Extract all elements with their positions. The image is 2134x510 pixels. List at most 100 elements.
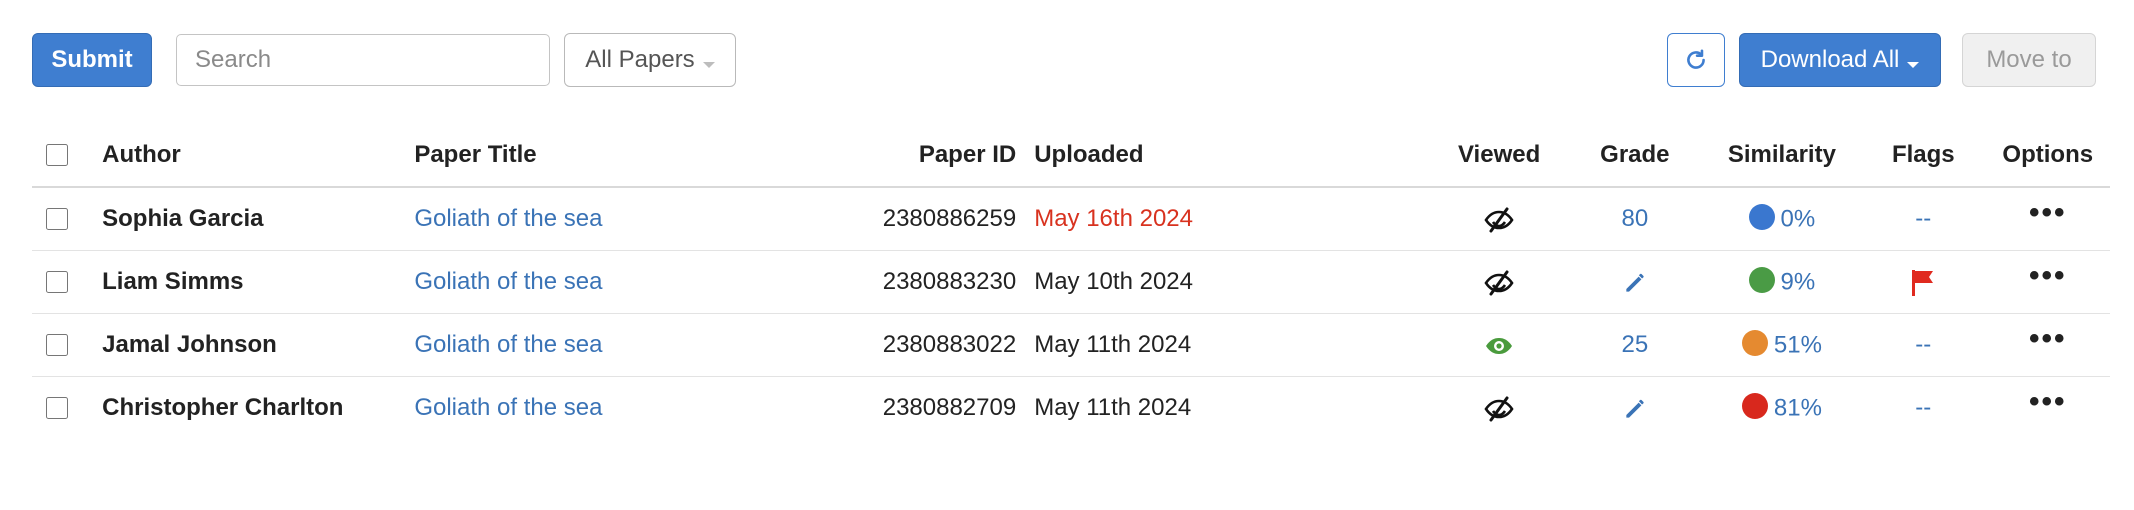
move-to-button[interactable]: Move to [1962, 33, 2096, 87]
options-cell: ••• [1985, 313, 2110, 377]
similarity-value: 81% [1773, 394, 1822, 422]
header-viewed[interactable]: Viewed [1431, 124, 1567, 188]
table-row: Liam Simms Goliath of the sea 2380883230 Ma… [32, 250, 2110, 314]
paper-title-cell: Goliath of the sea [414, 313, 799, 377]
download-all-button[interactable]: Download All [1739, 33, 1941, 87]
row-checkbox[interactable] [46, 334, 68, 356]
grade-cell [1567, 377, 1703, 440]
flags-value[interactable]: -- [1915, 205, 1931, 232]
paper-id: 2380886259 [798, 187, 1035, 251]
flags-cell [1861, 250, 1986, 314]
flags-value[interactable]: -- [1915, 331, 1931, 358]
flag-icon[interactable] [1909, 267, 1937, 297]
row-checkbox[interactable] [46, 397, 68, 419]
paper-title-cell: Goliath of the sea [414, 250, 799, 314]
paper-title-link[interactable]: Goliath of the sea [414, 268, 602, 295]
row-select-cell [32, 250, 103, 314]
pencil-icon[interactable] [1622, 270, 1648, 296]
uploaded-date: May 11th 2024 [1034, 313, 1432, 377]
submit-button[interactable]: Submit [32, 33, 152, 87]
more-options-icon[interactable]: ••• [2029, 196, 2067, 229]
viewed-cell [1431, 187, 1567, 251]
grade-cell [1566, 250, 1703, 314]
options-cell: ••• [1986, 377, 2111, 440]
more-options-icon[interactable]: ••• [2029, 322, 2067, 355]
similarity-cell[interactable]: 9% [1702, 250, 1862, 314]
refresh-icon [1687, 49, 1705, 69]
row-select-cell [32, 187, 103, 251]
table-row: Jamal Johnson Goliath of the sea 238088302… [32, 313, 2110, 377]
header-author[interactable]: Author [102, 124, 415, 188]
all-papers-dropdown-label: All Papers [585, 46, 695, 73]
paper-title-cell: Goliath of the sea [414, 187, 799, 251]
row-checkbox[interactable] [46, 208, 68, 230]
header-flags[interactable]: Flags [1861, 124, 1986, 188]
similarity-dot [1741, 330, 1768, 357]
eye-slash-icon [1484, 270, 1514, 296]
header-paper-title[interactable]: Paper Title [414, 124, 799, 188]
table-row: Sophia Garcia Goliath of the sea 238088625… [32, 187, 2110, 251]
row-select-cell [32, 313, 103, 377]
eye-icon [1486, 337, 1513, 354]
refresh-button[interactable] [1667, 33, 1725, 87]
more-options-icon[interactable]: ••• [2029, 259, 2067, 292]
viewed-cell [1431, 250, 1567, 314]
header-uploaded[interactable]: Uploaded [1034, 124, 1432, 188]
similarity-value: 9% [1780, 268, 1816, 296]
pencil-icon[interactable] [1622, 396, 1648, 422]
all-papers-dropdown[interactable]: All Papers [564, 33, 736, 87]
more-options-icon[interactable]: ••• [2029, 385, 2067, 418]
options-cell: ••• [1985, 250, 2110, 314]
flags-cell: -- [1861, 377, 1985, 440]
author-name: Christopher Charlton [102, 394, 344, 421]
grade-value[interactable]: 25 [1622, 331, 1649, 358]
viewed-cell [1431, 313, 1567, 377]
chevron-down-icon [1907, 62, 1920, 68]
author-name: Jamal Johnson [102, 313, 415, 377]
flags-cell: -- [1861, 313, 1986, 377]
select-all-checkbox[interactable] [46, 144, 68, 166]
uploaded-date: May 10th 2024 [1034, 250, 1432, 314]
grade-value[interactable]: 80 [1622, 205, 1649, 232]
paper-title-link[interactable]: Goliath of the sea [414, 394, 602, 421]
grade-cell: 25 [1566, 313, 1703, 377]
header-grade[interactable]: Grade [1566, 124, 1703, 188]
options-cell: ••• [1985, 187, 2110, 251]
author-name: Liam Simms [102, 250, 415, 314]
select-all-cell [32, 124, 103, 188]
flags-value[interactable]: -- [1915, 394, 1931, 421]
paper-id: 2380883022 [798, 313, 1035, 377]
download-all-label: Download All [1760, 46, 1900, 73]
grade-cell: 80 [1566, 187, 1703, 251]
paper-id: 2380882709 [882, 394, 1017, 421]
uploaded-date: May 16th 2024 [1034, 187, 1432, 251]
search-input[interactable] [176, 34, 550, 86]
header-paper-id[interactable]: Paper ID [798, 124, 1035, 188]
similarity-cell[interactable]: 51% [1702, 313, 1862, 377]
similarity-value: 0% [1780, 205, 1816, 233]
author-name: Sophia Garcia [102, 187, 415, 251]
toolbar: Submit All Papers Download All Move to [0, 0, 2134, 120]
row-checkbox[interactable] [46, 271, 68, 293]
chevron-down-icon [702, 62, 715, 68]
papers-table: Author Paper Title Paper ID Uploaded Vie… [32, 124, 2110, 439]
paper-title-cell: Goliath of the sea [414, 377, 799, 440]
similarity-dot [1741, 393, 1768, 420]
eye-slash-icon [1484, 396, 1514, 422]
paper-id: 2380883230 [798, 250, 1035, 314]
row-select-cell [32, 377, 102, 440]
eye-slash-icon [1484, 207, 1514, 233]
uploaded-date: May 11th 2024 [1034, 394, 1192, 421]
paper-title-link[interactable]: Goliath of the sea [414, 331, 602, 358]
similarity-cell[interactable]: 0% [1702, 187, 1862, 251]
table-row: Christopher Charlton Goliath of the sea 23… [32, 377, 2110, 440]
paper-title-link[interactable]: Goliath of the sea [414, 205, 602, 232]
flags-cell: -- [1861, 187, 1986, 251]
header-options: Options [1985, 124, 2110, 188]
similarity-cell[interactable]: 81% [1703, 377, 1861, 440]
table-header-row: Author Paper Title Paper ID Uploaded Vie… [32, 124, 2110, 188]
similarity-dot [1748, 204, 1775, 231]
move-to-label: Move to [1986, 46, 2072, 73]
similarity-value: 51% [1773, 331, 1822, 359]
header-similarity[interactable]: Similarity [1702, 124, 1862, 188]
